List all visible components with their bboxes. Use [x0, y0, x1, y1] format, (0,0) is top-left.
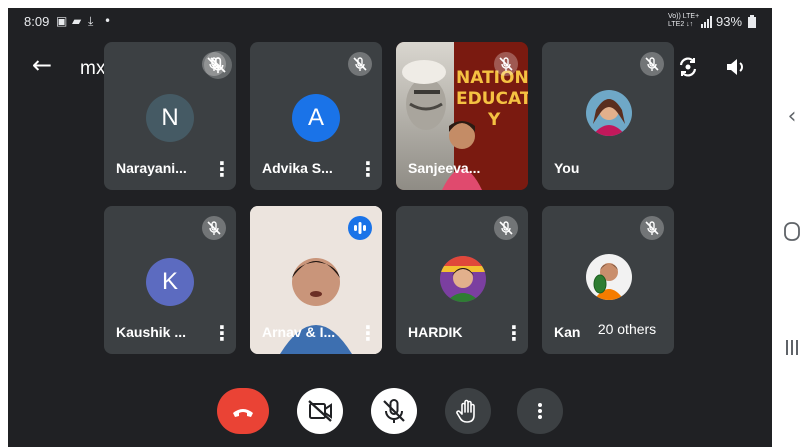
avatar — [586, 254, 632, 300]
download-notification-icon: ⤓ — [88, 14, 94, 28]
dot-icon: • — [104, 14, 112, 28]
nav-recents-icon[interactable] — [772, 338, 812, 362]
mic-off-icon[interactable] — [204, 51, 232, 79]
camera-toggle-button[interactable] — [297, 388, 343, 434]
others-count-pill[interactable]: 20 others — [580, 314, 674, 344]
avatar — [440, 256, 486, 302]
participant-tile-arnav[interactable]: Arnav & I... ⋮ — [250, 206, 382, 354]
mic-off-icon — [383, 399, 405, 423]
more-vert-icon[interactable]: ⋮ — [504, 322, 524, 344]
more-vert-icon — [538, 403, 542, 419]
participant-tile-hardik[interactable]: HARDIK ⋮ — [396, 206, 528, 354]
participant-name: You — [554, 160, 580, 176]
raise-hand-icon — [456, 399, 475, 423]
avatar: K — [146, 258, 194, 306]
raise-hand-button[interactable] — [445, 388, 491, 434]
speaker-icon[interactable] — [720, 52, 750, 82]
speaking-indicator-icon — [348, 216, 372, 240]
end-call-button[interactable] — [217, 388, 269, 434]
nav-back-icon[interactable]: ‹ — [772, 104, 812, 129]
mic-off-icon — [640, 52, 664, 76]
android-nav-bar: ‹ — [772, 0, 812, 447]
participant-name: Kaushik ... — [116, 324, 187, 340]
more-vert-icon[interactable]: ⋮ — [212, 322, 232, 344]
participant-name: Arnav & I... — [262, 324, 336, 340]
status-bar: 8:09 ▣ ▰ ⤓ • Vo)) LTE+ LTE2 ↓↑ 93% — [8, 8, 772, 34]
avatar: A — [292, 94, 340, 142]
participant-name: Advika S... — [262, 160, 333, 176]
gallery-notification-icon: ▣ — [56, 14, 68, 28]
participant-name: HARDIK — [408, 324, 463, 340]
end-call-icon — [233, 409, 253, 417]
more-vert-icon[interactable]: ⋮ — [358, 322, 378, 344]
back-arrow-icon[interactable]: ← — [26, 50, 58, 82]
mic-off-icon — [494, 216, 518, 240]
participant-name: Narayani... — [116, 160, 187, 176]
camera-switch-icon[interactable] — [673, 52, 703, 82]
mic-toggle-button[interactable] — [371, 388, 417, 434]
mic-off-icon — [494, 52, 518, 76]
more-options-button[interactable] — [517, 388, 563, 434]
mic-off-icon — [202, 216, 226, 240]
avatar: N — [146, 94, 194, 142]
participant-tile-sanjeeva[interactable]: NATIONAL EDUCAT Y Sanjeeva... — [396, 42, 528, 190]
more-vert-icon[interactable]: ⋮ — [358, 158, 378, 180]
battery-level: 93% — [716, 14, 743, 29]
participant-name: Sanjeeva... — [408, 160, 481, 176]
avatar — [586, 90, 632, 136]
network-label-bottom: LTE2 ↓↑ — [668, 21, 694, 28]
message-notification-icon: ▰ — [72, 14, 82, 28]
mic-off-icon — [348, 52, 372, 76]
nav-home-icon[interactable] — [772, 222, 812, 246]
mic-off-icon — [640, 216, 664, 240]
network-label-top: Vo)) LTE+ — [668, 13, 700, 20]
participant-tile-kaushik[interactable]: K Kaushik ... ⋮ — [104, 206, 236, 354]
camera-off-icon — [308, 400, 332, 422]
meet-screen: 8:09 ▣ ▰ ⤓ • Vo)) LTE+ LTE2 ↓↑ 93% ← mxv… — [8, 8, 772, 447]
more-vert-icon[interactable]: ⋮ — [212, 158, 232, 180]
participant-name: Kan — [554, 324, 581, 340]
participant-tile-you[interactable]: You — [542, 42, 674, 190]
network-label: Vo)) LTE+ LTE2 ↓↑ — [668, 13, 699, 29]
signal-icon — [701, 16, 712, 28]
participant-video — [440, 114, 484, 190]
status-time: 8:09 — [24, 14, 50, 29]
participant-tile-advika[interactable]: A Advika S... ⋮ — [250, 42, 382, 190]
battery-icon — [748, 15, 756, 28]
